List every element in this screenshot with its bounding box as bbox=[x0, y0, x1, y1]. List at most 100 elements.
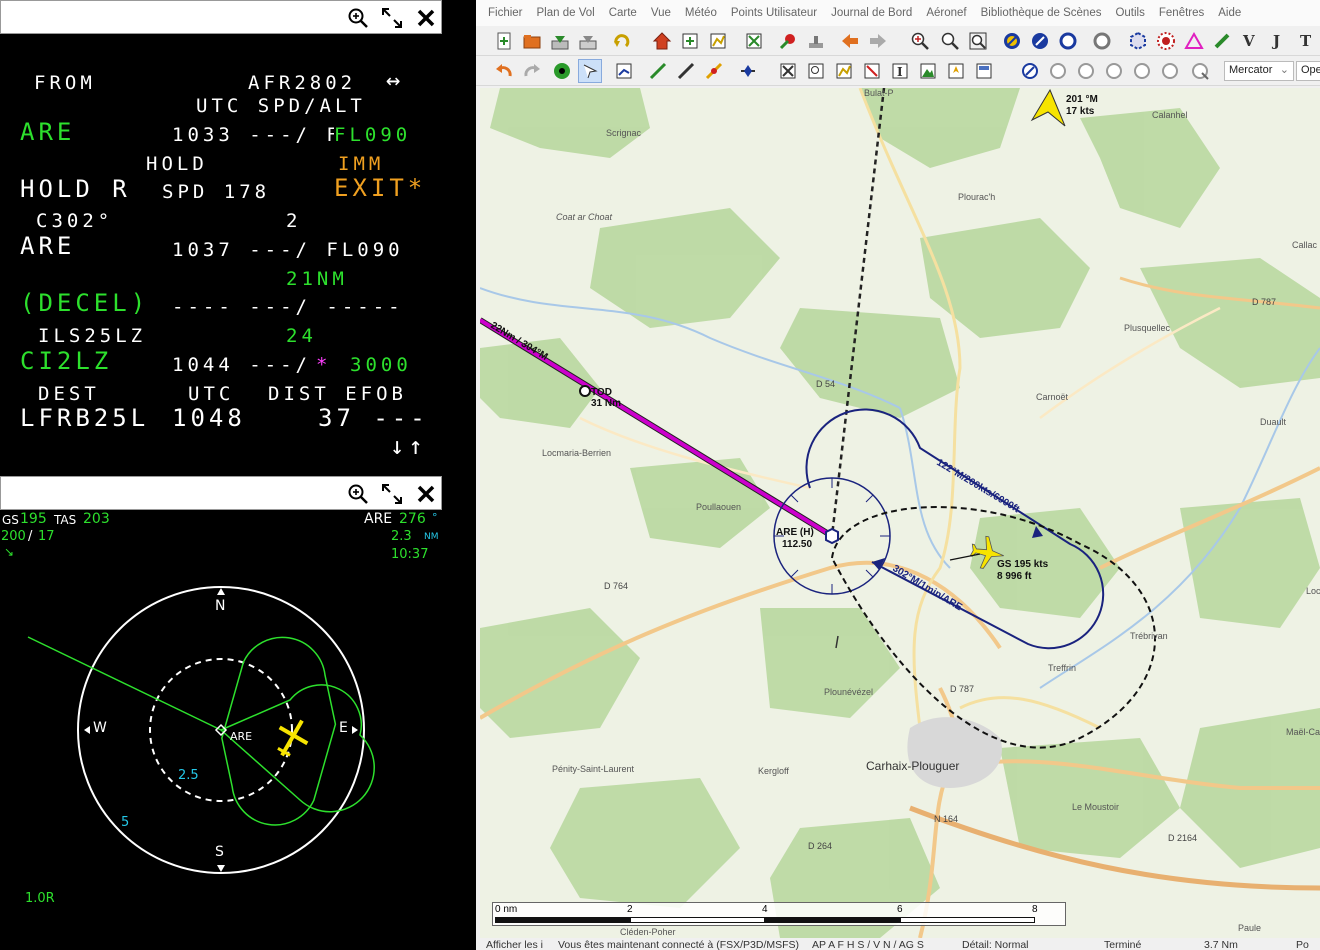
mcdu-exit-button[interactable]: EXIT* bbox=[334, 174, 426, 202]
redo-icon[interactable] bbox=[520, 59, 544, 83]
status-position: Po bbox=[1296, 939, 1309, 950]
waypoint-circle-icon[interactable] bbox=[1056, 29, 1080, 53]
weather-map-icon[interactable] bbox=[860, 59, 884, 83]
save-icon[interactable] bbox=[548, 29, 572, 53]
resize-icon[interactable] bbox=[379, 5, 405, 31]
mcdu-dest-airport[interactable]: LFRB25L bbox=[20, 404, 149, 432]
airport-map-icon[interactable] bbox=[944, 59, 968, 83]
close-icon[interactable] bbox=[413, 481, 439, 507]
pencil-icon[interactable] bbox=[1210, 29, 1234, 53]
mcdu-hold-r[interactable]: HOLD R bbox=[20, 175, 131, 203]
mcdu-decel[interactable]: (DECEL) bbox=[20, 289, 149, 317]
menu-meteo[interactable]: Météo bbox=[685, 7, 717, 19]
oth-filter-icon[interactable] bbox=[1158, 59, 1182, 83]
fir-filter-icon[interactable] bbox=[1074, 59, 1098, 83]
mcdu-row5-constraint: 1044 ---/ bbox=[172, 354, 311, 376]
mcdu-dest-label: DEST bbox=[38, 383, 100, 405]
track-icon[interactable] bbox=[612, 59, 636, 83]
nd-north-tick bbox=[217, 588, 225, 595]
terrain-icon[interactable] bbox=[916, 59, 940, 83]
save-as-icon[interactable] bbox=[576, 29, 600, 53]
menu-outils[interactable]: Outils bbox=[1115, 7, 1144, 19]
scale-segment bbox=[630, 917, 765, 923]
menu-plan-de-vol[interactable]: Plan de Vol bbox=[537, 7, 595, 19]
grid-icon[interactable] bbox=[776, 59, 800, 83]
menu-fenetres[interactable]: Fenêtres bbox=[1159, 7, 1204, 19]
text-v-icon[interactable]: V bbox=[1238, 29, 1262, 53]
airport-icon[interactable] bbox=[804, 29, 828, 53]
settings-filter-icon[interactable] bbox=[1188, 59, 1212, 83]
nd-version: 1.0R bbox=[25, 891, 55, 906]
new-flightplan-icon[interactable] bbox=[492, 29, 516, 53]
forward-icon[interactable] bbox=[866, 29, 890, 53]
vor-icon[interactable] bbox=[1000, 29, 1024, 53]
info-icon[interactable]: I bbox=[888, 59, 912, 83]
edit-route-icon[interactable] bbox=[706, 29, 730, 53]
mcdu-wpt-are[interactable]: ARE bbox=[20, 232, 75, 260]
triangle-icon[interactable] bbox=[1182, 29, 1206, 53]
mcdu-wpt-ci2lz[interactable]: CI2LZ bbox=[20, 347, 112, 375]
spec-filter-icon[interactable] bbox=[1130, 59, 1154, 83]
status-detail[interactable]: Détail: Normal bbox=[962, 939, 1029, 950]
mcdu-wpt-from[interactable]: ARE bbox=[20, 118, 75, 146]
config-map-icon[interactable] bbox=[972, 59, 996, 83]
map-view[interactable]: Scrignac Calanhel Plourac'h Callac Coat … bbox=[480, 88, 1320, 938]
projection-select[interactable]: Mercator ⌄ bbox=[1224, 61, 1294, 81]
select-tool-icon[interactable] bbox=[578, 59, 602, 83]
nd-title-bar bbox=[0, 476, 442, 510]
text-j-icon[interactable]: J bbox=[1266, 29, 1290, 53]
mcdu-dist-efob-label: DIST EFOB bbox=[268, 383, 407, 405]
airspace-circle-icon[interactable] bbox=[1090, 29, 1114, 53]
map-canvas[interactable] bbox=[480, 88, 1320, 938]
icao-filter-icon[interactable] bbox=[1046, 59, 1070, 83]
zoom-fit-icon[interactable] bbox=[966, 29, 990, 53]
menu-vue[interactable]: Vue bbox=[651, 7, 671, 19]
search-map-icon[interactable] bbox=[804, 59, 828, 83]
ndb-icon[interactable] bbox=[1028, 29, 1052, 53]
rstr-filter-icon[interactable] bbox=[1102, 59, 1126, 83]
center-aircraft-icon[interactable] bbox=[550, 59, 574, 83]
restricted-icon[interactable] bbox=[1154, 29, 1178, 53]
measure-icon[interactable] bbox=[646, 59, 670, 83]
airport-filter-icon[interactable] bbox=[1018, 59, 1042, 83]
route-tool-icon[interactable] bbox=[742, 29, 766, 53]
menu-aide[interactable]: Aide bbox=[1218, 7, 1241, 19]
mcdu-hold-speed: SPD 178 bbox=[162, 181, 271, 203]
menu-points-utilisateur[interactable]: Points Utilisateur bbox=[731, 7, 817, 19]
mcdu-label-from: FROM bbox=[34, 72, 96, 94]
mcdu-swap-arrow[interactable]: ↔ bbox=[386, 66, 404, 94]
flight-route-icon[interactable] bbox=[736, 59, 760, 83]
mcdu-row5-alt: 3000 bbox=[350, 354, 412, 376]
theme-select[interactable]: Ope bbox=[1296, 61, 1320, 81]
undo-icon[interactable] bbox=[492, 59, 516, 83]
menu-journal-de-bord[interactable]: Journal de Bord bbox=[831, 7, 912, 19]
distance-icon[interactable] bbox=[702, 59, 726, 83]
zoom-icon[interactable] bbox=[345, 481, 371, 507]
menu-fichier[interactable]: Fichier bbox=[488, 7, 523, 19]
airspace-icon[interactable] bbox=[1126, 29, 1150, 53]
mcdu-dist-24: 24 bbox=[286, 325, 317, 347]
menu-carte[interactable]: Carte bbox=[609, 7, 637, 19]
reload-icon[interactable] bbox=[610, 29, 634, 53]
menu-bibliotheque[interactable]: Bibliothèque de Scènes bbox=[981, 7, 1102, 19]
mcdu-course: C302° bbox=[36, 210, 114, 232]
status-done: Terminé bbox=[1104, 939, 1142, 950]
home-icon[interactable] bbox=[650, 29, 674, 53]
zoom-icon[interactable] bbox=[345, 5, 371, 31]
open-folder-icon[interactable] bbox=[520, 29, 544, 53]
remove-waypoint-icon[interactable] bbox=[776, 29, 800, 53]
mcdu-magenta-star: * bbox=[316, 354, 332, 376]
close-icon[interactable] bbox=[413, 5, 439, 31]
nd-display bbox=[27, 586, 375, 874]
menu-aeronef[interactable]: Aéronef bbox=[926, 7, 966, 19]
zoom-in-icon[interactable] bbox=[908, 29, 932, 53]
route-map-icon[interactable] bbox=[832, 59, 856, 83]
projection-value: Mercator bbox=[1229, 64, 1273, 76]
back-icon[interactable] bbox=[838, 29, 862, 53]
add-waypoint-icon[interactable] bbox=[678, 29, 702, 53]
mcdu-scroll-arrows[interactable]: ↓↑ bbox=[390, 432, 427, 460]
range-ring-icon[interactable] bbox=[674, 59, 698, 83]
zoom-out-icon[interactable] bbox=[938, 29, 962, 53]
resize-icon[interactable] bbox=[379, 481, 405, 507]
text-t-icon[interactable]: T bbox=[1294, 29, 1318, 53]
